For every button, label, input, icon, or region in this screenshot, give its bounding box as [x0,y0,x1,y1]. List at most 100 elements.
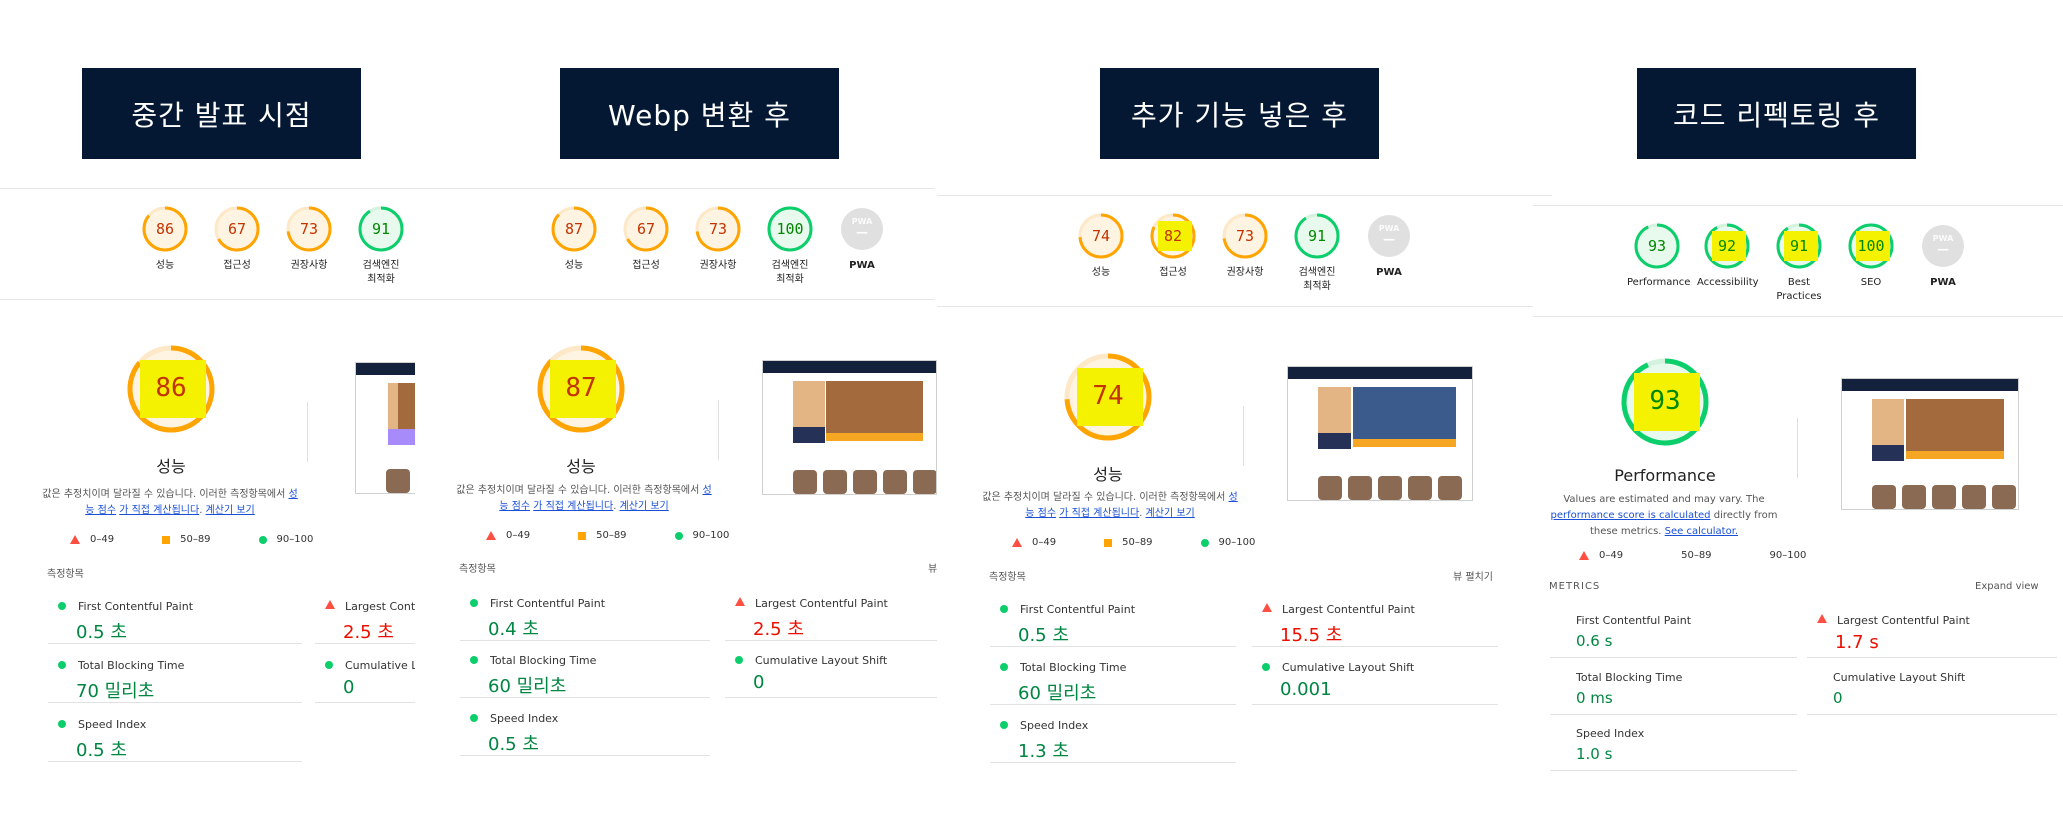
performance-label: 성능 [156,457,186,476]
metric-value: 2.5 초 [343,622,394,643]
thumbnail-card [1318,433,1352,449]
calculator-link[interactable]: 계산기 보기 [1146,508,1195,519]
performance-gauge-value: 93 [1649,385,1681,416]
good-dot-icon [470,656,478,664]
category-gauge-value: 87 [564,219,584,238]
category-gauge[interactable]: PWA — PWA [832,205,892,273]
score-legend: 0–49 50–89 90–100 [486,530,777,541]
metrics-section-title: METRICS [1549,581,1601,592]
legend-label: 0–49 [1599,550,1624,561]
thumbnail-banner [826,433,923,441]
thumbnail-navbar [1842,379,2018,391]
average-square-icon [1104,538,1113,547]
thumbnail-card [793,427,825,443]
metric-value: 0 [1833,689,1843,707]
slide-canvas: 중간 발표 시점 86 성능 67 접근성 73 권장사항 91 검색엔진 최적화 86 성능 값은 … [0,0,2063,835]
category-gauge[interactable]: 67 접근성 [207,205,267,273]
score-legend: 0–49 50–89 90–100 [1579,550,1854,561]
metric-value: 1.7 s [1835,632,1879,653]
category-gauge[interactable]: 91 검색엔진 최적화 [351,205,411,287]
legend-label: 90–100 [1769,550,1807,561]
performance-score-link[interactable]: performance score is calculated [1551,510,1711,521]
legend-label: 90–100 [692,530,730,541]
average-square-icon [162,535,171,544]
category-gauge[interactable]: 82 접근성 [1143,212,1203,280]
final-screenshot-thumbnail [762,360,937,495]
good-dot-icon [58,661,66,669]
category-gauge[interactable]: 92 Accessibility [1697,222,1759,290]
category-label: PWA [1930,277,1956,288]
thumbnail-navbar [356,363,415,375]
thumbnail-hero-artwork [826,381,923,433]
good-dot-icon [674,531,683,540]
thumbnail-navbar [1288,367,1472,379]
thumbnail-hero-image [793,381,825,433]
category-gauge[interactable]: 73 권장사항 [1215,212,1275,280]
category-gauge-value: 91 [1789,236,1809,255]
metric-item: Total Blocking Time 70 밀리초 [48,647,302,703]
poor-triangle-icon [1262,603,1272,612]
category-gauge-value: PWA — [1378,224,1400,246]
category-gauge[interactable]: 100 검색엔진 최적화 [760,205,820,287]
metric-value: 0.6 s [1576,632,1613,650]
category-gauge[interactable]: 86 성능 [135,205,195,273]
metric-name: Cumulative Layout Shift [345,659,415,672]
thumbnail-gallery-item [1992,485,2016,509]
category-label: 검색엔진 최적화 [1298,267,1336,292]
metric-item: Cumulative Layout Shift 0 [315,647,415,703]
metrics-section-title: 측정항목 [459,564,496,575]
metric-name: Speed Index [490,712,559,725]
description-text: 값은 추정치이며 달라질 수 있습니다. 이러한 측정항목에서 [456,485,703,496]
category-gauge[interactable]: 73 권장사항 [688,205,748,273]
category-gauge[interactable]: 87 성능 [544,205,604,273]
thumbnail-gallery-item [1378,476,1402,500]
category-gauge-value: 73 [708,219,728,238]
score-description: 값은 추정치이며 달라질 수 있습니다. 이러한 측정항목에서 성능 점수 가 … [40,487,300,519]
category-gauge[interactable]: 93 Performance [1627,222,1690,290]
category-label: 접근성 [223,260,251,271]
metric-item: Speed Index 1.0 s [1550,715,1797,771]
category-gauge-value: 73 [1235,226,1255,245]
calculator-link[interactable]: 계산기 보기 [206,505,255,516]
thumbnail-gallery-item [853,470,877,494]
description-text: Values are estimated and may vary. The [1563,494,1765,505]
category-gauge[interactable]: 67 접근성 [616,205,676,273]
divider [1243,406,1244,466]
poor-triangle-icon [325,600,335,609]
metric-item: Largest Contentful Paint 15.5 초 [1252,591,1498,647]
category-gauge[interactable]: 73 권장사항 [279,205,339,273]
category-gauge[interactable]: PWA — PWA [1359,212,1419,280]
category-gauge-value: 67 [636,219,656,238]
category-gauge-value: 86 [155,219,175,238]
category-gauge[interactable]: 100 SEO [1841,222,1901,290]
calculator-link[interactable]: 계산기 보기 [620,501,669,512]
expand-view-toggle[interactable]: Expand view [1975,581,2039,592]
metric-item: First Contentful Paint 0.6 s [1550,602,1797,658]
category-gauge[interactable]: PWA — PWA [1913,222,1973,290]
category-gauge[interactable]: 91 Best Practices [1769,222,1829,304]
metric-value: 0.001 [1280,679,1332,700]
score-legend: 0–49 50–89 90–100 [70,534,361,545]
calculator-link[interactable]: See calculator. [1665,526,1738,537]
category-gauge[interactable]: 74 성능 [1071,212,1131,280]
metric-value: 0.5 초 [488,734,539,755]
category-label: 접근성 [632,260,660,271]
thumbnail-gallery-item [1318,476,1342,500]
thumbnail-gallery-item [1872,485,1896,509]
category-gauge-value: 91 [1307,226,1327,245]
thumbnail-gallery-item [1438,476,1462,500]
legend-label: 90–100 [276,534,314,545]
metric-item: Largest Contentful Paint 2.5 초 [315,588,415,644]
metric-value: 70 밀리초 [76,681,155,702]
panel-title: Webp 변환 후 [608,98,791,132]
expand-view-toggle[interactable]: 뷰 펼치기 [1453,568,1493,583]
expand-view-toggle[interactable]: 뷰 [928,560,937,575]
category-label: 권장사항 [699,260,737,271]
category-gauge-value: 74 [1091,226,1111,245]
category-label: 검색엔진 최적화 [362,260,400,285]
performance-label: 성능 [566,457,596,476]
metric-value: 1.3 초 [1018,741,1069,762]
category-gauge[interactable]: 91 검색엔진 최적화 [1287,212,1347,294]
metric-name: Largest Contentful Paint [1282,603,1415,616]
poor-triangle-icon [735,597,745,606]
